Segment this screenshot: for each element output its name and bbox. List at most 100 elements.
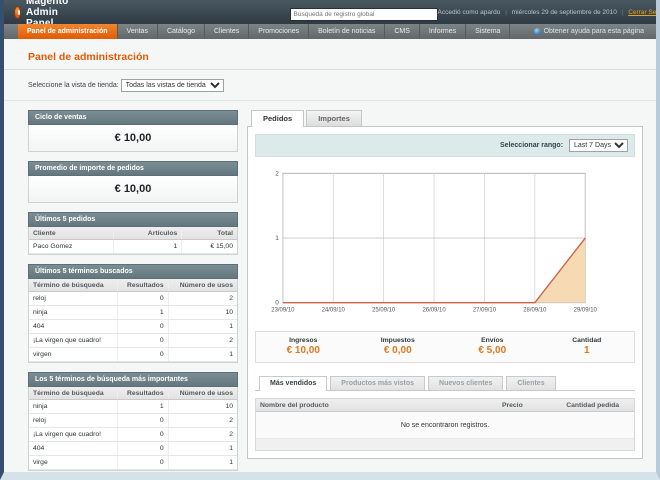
- nav-item-ventas[interactable]: Ventas: [118, 24, 158, 39]
- average-orders-title: Promedio de importe de pedidos: [28, 161, 238, 176]
- svg-text:27/09/10: 27/09/10: [473, 308, 497, 314]
- tab-pedidos[interactable]: Pedidos: [251, 110, 305, 127]
- column-header: Cliente: [29, 227, 114, 240]
- logout-link[interactable]: Cerrar Sesión: [628, 9, 656, 16]
- table-row[interactable]: Paco Gomez 1 € 15,00: [29, 239, 237, 254]
- svg-text:29/09/10: 29/09/10: [574, 308, 598, 314]
- tab-nuevos-clientes[interactable]: Nuevos clientes: [428, 376, 504, 390]
- session-info: Accedió como apardo | miércoles 29 de se…: [437, 8, 656, 16]
- store-view-label: Seleccione la vista de tienda:: [28, 82, 119, 89]
- tab-clientes[interactable]: Clientes: [506, 376, 556, 390]
- table-row[interactable]: virge 0 1: [29, 455, 237, 470]
- chart-tabs: Pedidos Importes: [247, 110, 643, 127]
- no-records-message: No se encontraron registros.: [256, 412, 634, 439]
- help-globe-icon: [533, 28, 541, 35]
- svg-text:23/09/10: 23/09/10: [271, 308, 295, 314]
- logged-in-as: Accedió como apardo: [437, 8, 501, 16]
- svg-text:26/09/10: 26/09/10: [422, 308, 446, 314]
- column-header: Resultados: [116, 279, 169, 292]
- empty-strip: [256, 439, 634, 450]
- top-search-title: Los 5 términos de búsqueda más important…: [28, 372, 238, 387]
- store-view-row: Seleccione la vista de tienda: Todas las…: [4, 70, 656, 101]
- svg-text:2: 2: [275, 170, 279, 177]
- nav-item-panel-de-administraci-n[interactable]: Panel de administración: [18, 24, 118, 39]
- bestsellers-grid: Nombre del producto Precio Cantidad pedida: [256, 399, 634, 412]
- help-label: Obtener ayuda para esta página: [543, 28, 644, 35]
- last-search-title: Últimos 5 términos buscados: [28, 264, 238, 279]
- table-row[interactable]: ¡La virgen que cuadro! 0 2: [29, 333, 237, 348]
- last-orders-table: Cliente Artículos Total Paco Gomez 1 € 15,00: [29, 227, 237, 254]
- store-view-select[interactable]: Todas las vistas de tienda: [120, 79, 224, 92]
- column-header: Resultados: [116, 387, 169, 400]
- current-date: miércoles 29 de septiembre de 2010: [511, 8, 617, 16]
- magento-logo-icon: [14, 5, 21, 19]
- dashboard-left-column: Ciclo de ventas € 10,00 Promedio de impo…: [28, 110, 238, 472]
- nav-item-clientes[interactable]: Clientes: [205, 24, 250, 39]
- product-tabs: Más vendidos Productos más vistos Nuevos c…: [255, 376, 635, 391]
- svg-text:1: 1: [275, 235, 279, 242]
- bestsellers-table: Nombre del producto Precio Cantidad pedida…: [255, 398, 635, 451]
- last-orders-card: Últimos 5 pedidos Cliente Artículos Total P…: [28, 212, 238, 255]
- lifetime-sales-card: Ciclo de ventas € 10,00: [28, 110, 238, 152]
- table-row[interactable]: 404 0 1: [29, 319, 237, 334]
- main-nav: Panel de administración Ventas Catálogo Cli…: [4, 24, 656, 39]
- orders-panel: Seleccionar rango: Last 7 Days 0 1 2 23/09/…: [247, 126, 643, 459]
- lifetime-sales-value: € 10,00: [29, 125, 237, 151]
- top-search-table: Término de búsqueda Resultados Número de u…: [29, 387, 237, 470]
- browser-frame: Magento Admin Panel Accedió como apardo …: [0, 0, 660, 480]
- nav-item-cat-logo[interactable]: Catálogo: [158, 24, 205, 39]
- column-header: Artículos: [113, 227, 182, 240]
- range-select[interactable]: Last 7 Days: [569, 139, 628, 152]
- tab-productos-m-s-vistos[interactable]: Productos más vistos: [330, 376, 426, 390]
- lifetime-sales-title: Ciclo de ventas: [28, 110, 238, 125]
- nav-item-cms[interactable]: CMS: [385, 24, 420, 39]
- totals-bar: Ingresos € 10,00 Impuestos € 0,00 Envíos € 5,…: [255, 331, 635, 363]
- admin-header: Magento Admin Panel Accedió como apardo …: [4, 0, 656, 29]
- table-row[interactable]: virgen 0 1: [29, 347, 237, 362]
- global-search: [289, 3, 438, 21]
- help-link[interactable]: Obtener ayuda para esta página: [533, 24, 656, 39]
- global-search-input[interactable]: [289, 8, 438, 21]
- page-title: Panel de administración: [4, 39, 656, 70]
- orders-chart-svg: 0 1 2 23/09/10 24/09/10 25/09/10 26/09/10 27/09…: [271, 170, 598, 314]
- column-header: Número de usos: [167, 387, 237, 400]
- table-row[interactable]: 404 0 1: [29, 441, 237, 456]
- top-search-card: Los 5 términos de búsqueda más important…: [28, 372, 238, 471]
- stat-impuestos: Impuestos € 0,00: [380, 337, 415, 356]
- table-row[interactable]: reloj 0 2: [29, 291, 237, 306]
- stat-envíos: Envíos € 5,00: [478, 337, 507, 356]
- range-label: Seleccionar rango:: [500, 142, 564, 149]
- nav-item-bolet-n-de-noticias[interactable]: Boletín de noticias: [309, 24, 386, 39]
- column-header: Término de búsqueda: [29, 387, 118, 400]
- nav-item-informes[interactable]: Informes: [420, 24, 467, 39]
- stat-cantidad: Cantidad 1: [572, 337, 602, 356]
- column-header: Total: [181, 227, 237, 240]
- svg-text:0: 0: [275, 300, 279, 307]
- column-header: Precio: [497, 399, 563, 412]
- average-orders-card: Promedio de importe de pedidos € 10,00: [28, 161, 238, 203]
- column-header: Término de búsqueda: [29, 279, 118, 292]
- column-header: Nombre del producto: [256, 399, 498, 412]
- column-header: Cantidad pedida: [562, 399, 634, 412]
- table-row[interactable]: reloj 0 2: [29, 413, 237, 428]
- dashboard-right-column: Pedidos Importes Seleccionar rango: Last …: [247, 110, 643, 459]
- tab-importes[interactable]: Importes: [306, 110, 362, 126]
- last-search-card: Últimos 5 términos buscados Término de b…: [28, 264, 238, 363]
- svg-text:24/09/10: 24/09/10: [322, 308, 346, 314]
- svg-text:28/09/10: 28/09/10: [523, 308, 547, 314]
- table-row[interactable]: ninja 1 10: [29, 399, 237, 414]
- table-row[interactable]: ninja 1 10: [29, 305, 237, 320]
- svg-text:25/09/10: 25/09/10: [372, 308, 396, 314]
- nav-item-promociones[interactable]: Promociones: [249, 24, 310, 39]
- dashboard: Ciclo de ventas € 10,00 Promedio de impo…: [4, 101, 656, 472]
- average-orders-value: € 10,00: [29, 176, 237, 202]
- tab-m-s-vendidos[interactable]: Más vendidos: [259, 376, 328, 391]
- stat-ingresos: Ingresos € 10,00: [286, 337, 320, 356]
- last-search-table: Término de búsqueda Resultados Número de u…: [29, 279, 237, 362]
- nav-item-sistema[interactable]: Sistema: [466, 24, 511, 39]
- orders-chart: 0 1 2 23/09/10 24/09/10 25/09/10 26/09/10 27/09…: [255, 157, 635, 324]
- table-row[interactable]: ¡La virgen que cuadro! 0 2: [29, 427, 237, 442]
- last-orders-title: Últimos 5 pedidos: [28, 212, 238, 227]
- range-bar: Seleccionar rango: Last 7 Days: [255, 134, 635, 157]
- column-header: Número de usos: [167, 279, 237, 292]
